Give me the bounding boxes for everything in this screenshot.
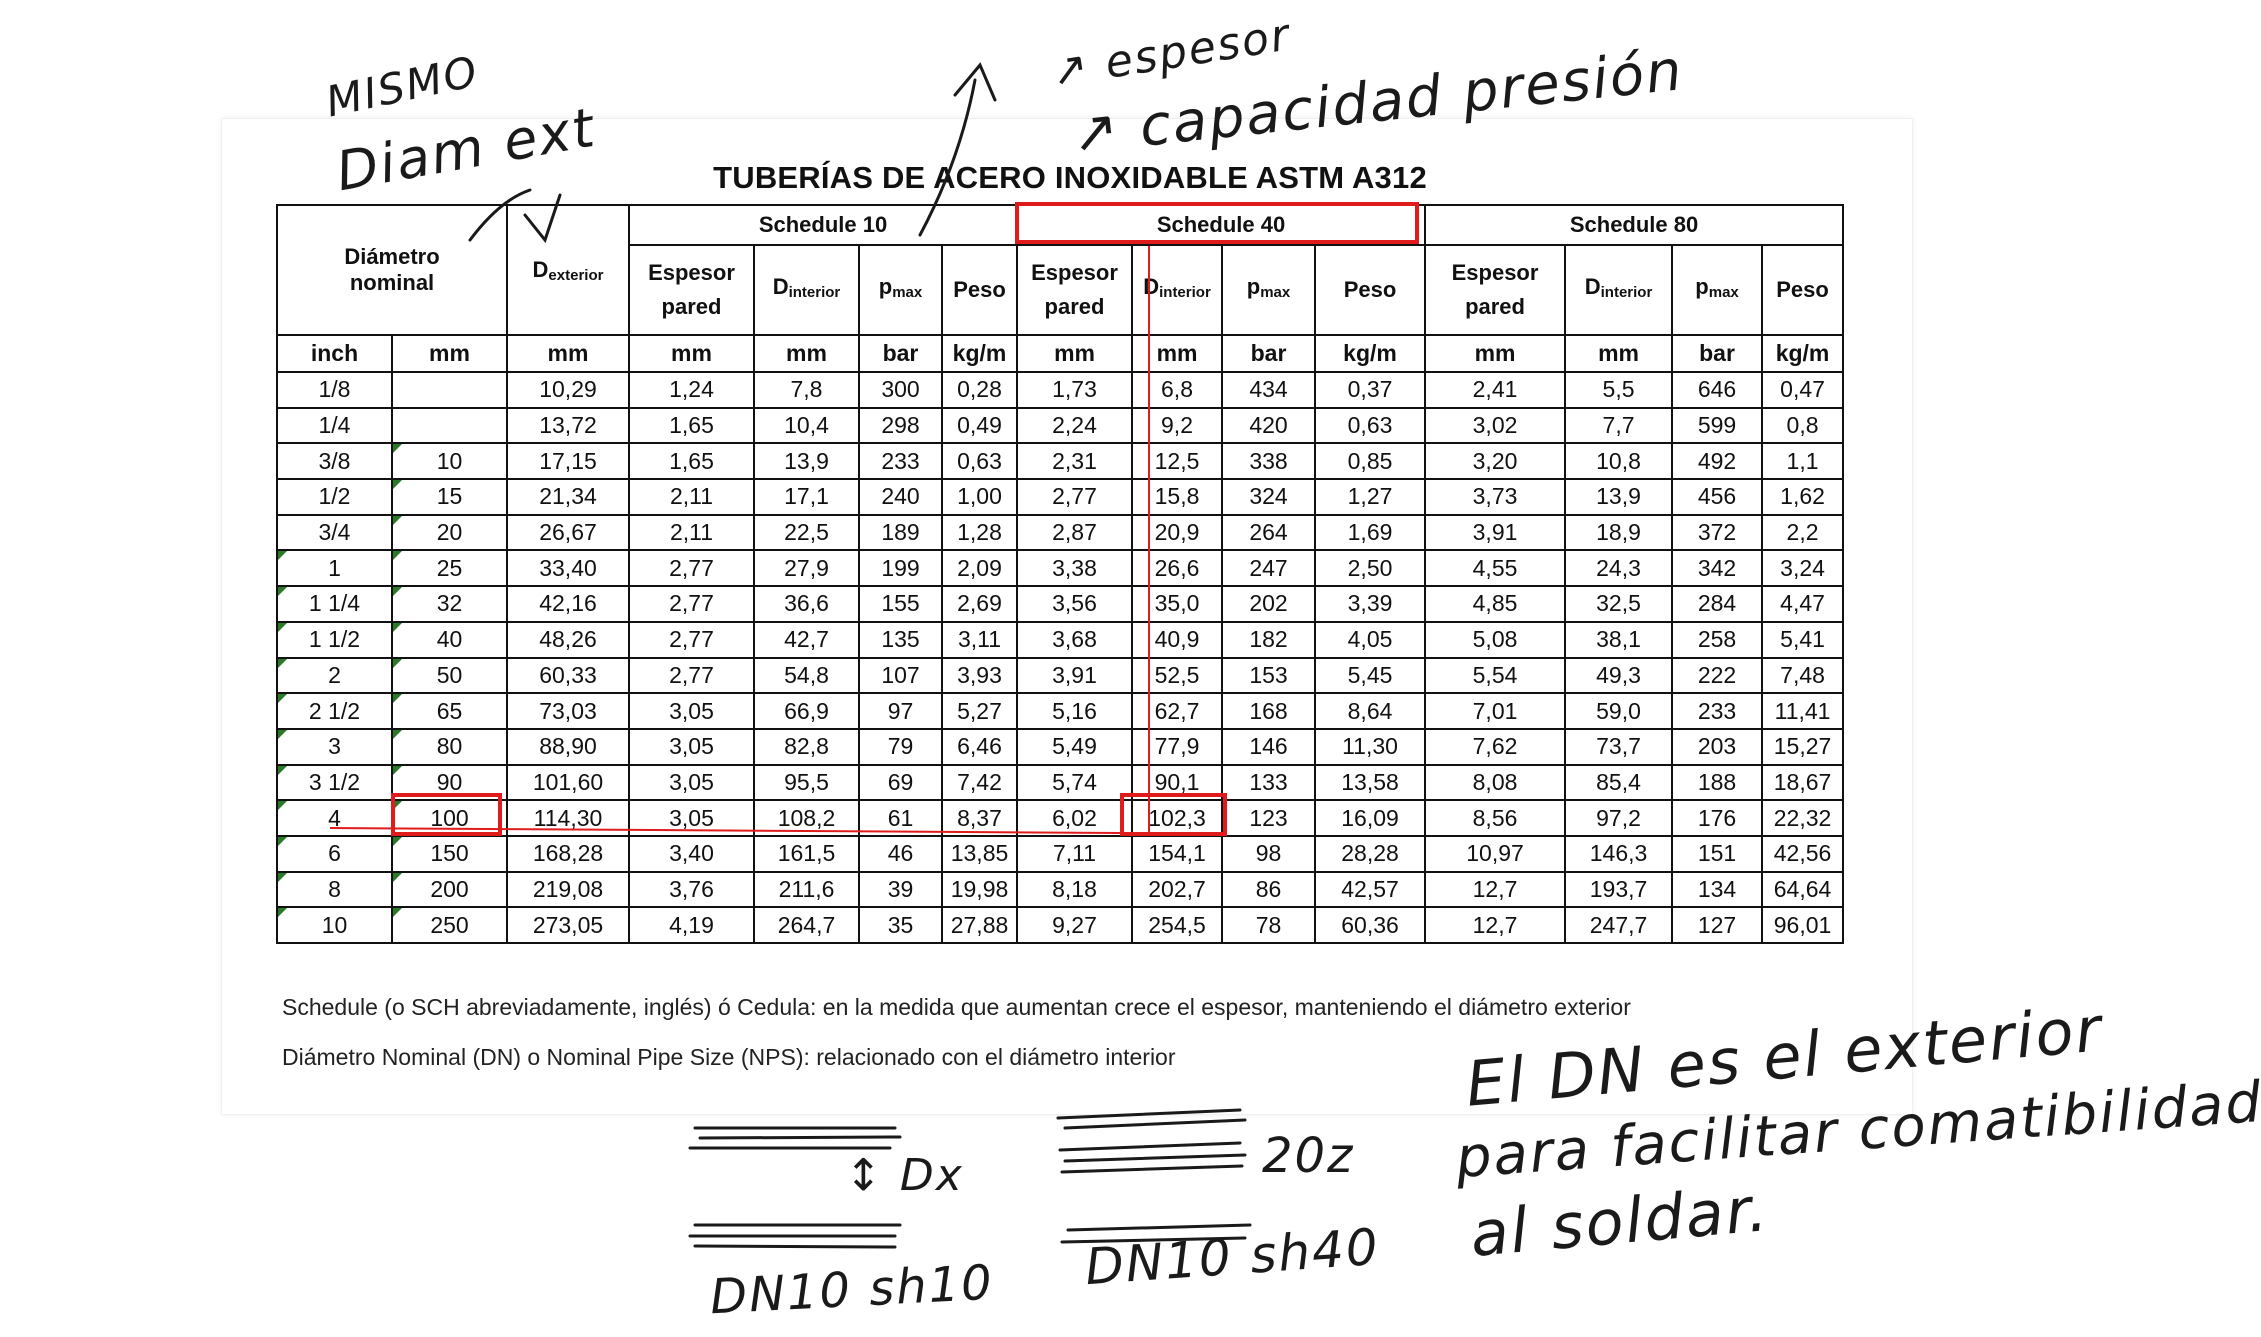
handwriting-20z: 20z — [1262, 1128, 1355, 1184]
pipe-sketch-2 — [1056, 1108, 1252, 1244]
arrow-to-diam-head — [523, 193, 562, 244]
red-guide-lines — [329, 246, 1150, 835]
red-horizontal-guide — [329, 827, 1121, 834]
handwriting-dx: ↕ Dx — [845, 1150, 964, 1201]
arrow-to-diam-stroke — [468, 188, 532, 242]
arrow-up-stroke — [918, 78, 977, 237]
